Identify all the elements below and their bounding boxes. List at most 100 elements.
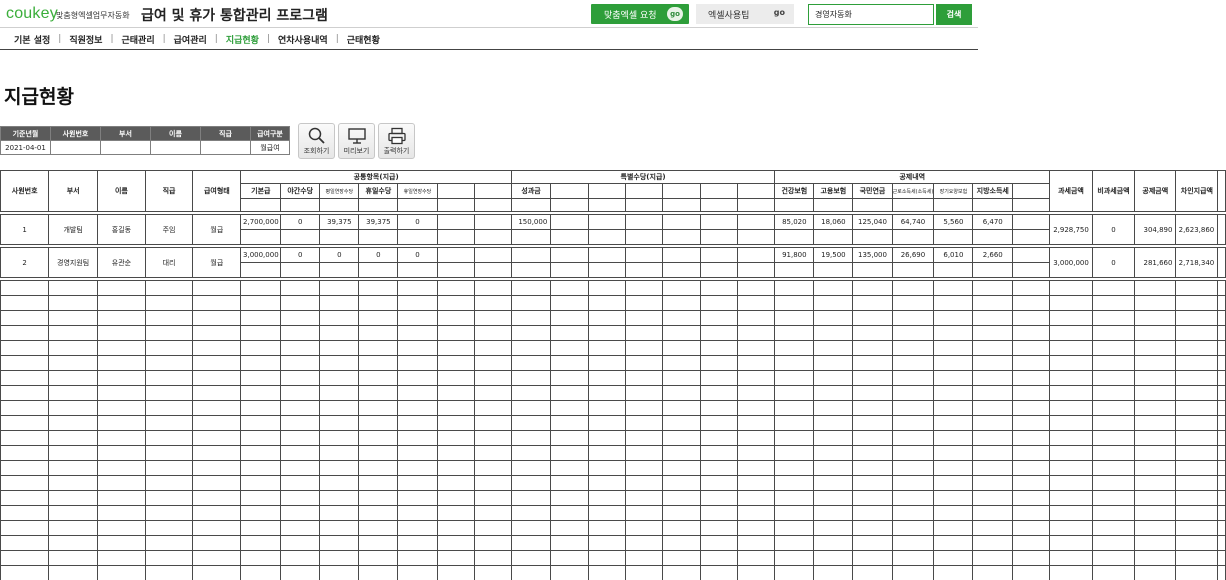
empty-cell [510, 520, 552, 536]
inquire-button[interactable]: 조회하기 [298, 123, 335, 159]
menu-item[interactable]: 급여관리 [166, 33, 215, 46]
empty-cell [510, 475, 552, 491]
empty-cell [736, 370, 776, 386]
empty-cell [192, 430, 242, 446]
empty-cell [1134, 415, 1177, 431]
menu-item[interactable]: 기본 설정 [6, 33, 58, 46]
empty-cell [436, 565, 475, 580]
empty-cell [972, 400, 1013, 416]
empty-cell [280, 310, 321, 326]
empty-cell [972, 430, 1013, 446]
empty-cell [0, 280, 50, 296]
empty-cell [144, 475, 194, 491]
empty-cell [972, 460, 1013, 476]
amount-cell [550, 247, 589, 263]
empty-cell [358, 520, 399, 536]
sub-header-cell [933, 198, 974, 212]
empty-cell [1134, 550, 1177, 566]
empty-cell [397, 310, 438, 326]
empty-cell [1175, 490, 1219, 506]
empty-cell [436, 550, 475, 566]
empty-cell [1049, 445, 1093, 461]
empty-cell [1175, 340, 1219, 356]
sub-header-cell [852, 198, 893, 212]
brand-logo[interactable]: coukey [6, 5, 58, 23]
print-button[interactable]: 출력하기 [378, 123, 415, 159]
empty-cell [972, 340, 1013, 356]
empty-cell [852, 325, 893, 341]
empty-cell [699, 400, 739, 416]
empty-cell [397, 340, 438, 356]
empty-cell [48, 430, 99, 446]
empty-cell [1049, 355, 1093, 371]
empty-cell [624, 385, 664, 401]
empty-cell [813, 460, 854, 476]
empty-cell [1175, 550, 1219, 566]
table-row[interactable]: 2 경영지원팀 유관순 대리 월급 3,000,000 0 0 0 0 91,800 19,500 13… [0, 247, 1226, 278]
magnifier-icon [308, 127, 325, 144]
sub-column-header: 휴일수당 [358, 183, 399, 199]
preview-button[interactable]: 미리보기 [338, 123, 375, 159]
empty-cell [1175, 475, 1219, 491]
empty-cell [662, 445, 701, 461]
edge-cell [1217, 214, 1226, 245]
empty-cell [550, 490, 589, 506]
empty-cell [1217, 355, 1226, 371]
empty-cell [358, 415, 399, 431]
empty-cell [972, 280, 1013, 296]
column-group-header: 특별수당(지급) [510, 170, 776, 184]
empty-cell [813, 565, 854, 580]
menu-item[interactable]: 지급현황 [218, 33, 267, 46]
empty-cell [240, 475, 282, 491]
filter-field[interactable]: 2021-04-01 [0, 140, 51, 155]
filter-field[interactable] [100, 140, 151, 155]
empty-cell [240, 550, 282, 566]
empty-cell [774, 229, 815, 245]
empty-cell [1217, 475, 1226, 491]
empty-cell [192, 520, 242, 536]
menu-item[interactable]: 근태관리 [113, 33, 162, 46]
sub-header-cell [736, 198, 776, 212]
empty-cell [550, 310, 589, 326]
filter-field[interactable]: 월급여 [250, 140, 290, 155]
empty-cell [699, 475, 739, 491]
sub-header-cell [813, 198, 854, 212]
empty-cell [813, 370, 854, 386]
filter-field[interactable] [200, 140, 251, 155]
sub-header-cell [550, 198, 589, 212]
menu-item[interactable]: 근태현황 [339, 33, 388, 46]
empty-cell [699, 262, 739, 278]
empty-cell [624, 505, 664, 521]
empty-cell [774, 262, 815, 278]
empty-cell [436, 415, 475, 431]
empty-cell [774, 295, 815, 311]
empty-cell [280, 475, 321, 491]
empty-cell [933, 355, 974, 371]
search-input[interactable] [808, 4, 934, 25]
table-row[interactable]: 1 개발팀 홍길동 주임 월급 2,700,000 0 39,375 39,375 0 150,00… [0, 214, 1226, 245]
search-button[interactable]: 검색 [936, 4, 972, 25]
empty-cell [624, 460, 664, 476]
column-header: 이름 [97, 170, 146, 212]
sub-header-cell [510, 198, 552, 212]
empty-cell [933, 430, 974, 446]
sub-column-header [473, 183, 512, 199]
empty-cell [97, 310, 146, 326]
empty-cell [1091, 445, 1136, 461]
empty-cell [699, 445, 739, 461]
empty-cell [280, 460, 321, 476]
menu-item[interactable]: 연차사용내역 [270, 33, 336, 46]
filter-field[interactable] [150, 140, 201, 155]
empty-cell [397, 460, 438, 476]
empty-cell [436, 355, 475, 371]
menu-item[interactable]: 직원정보 [61, 33, 110, 46]
empty-cell [891, 535, 935, 551]
empty-cell [933, 295, 974, 311]
empty-cell [436, 460, 475, 476]
sub-column-header [587, 183, 626, 199]
custom-excel-request-button[interactable]: 맞춤엑셀 요청 go [591, 4, 689, 24]
amount-cell: 125,040 [852, 214, 893, 230]
excel-tips-button[interactable]: 엑셀사용팁 go [696, 4, 794, 24]
filter-field[interactable] [50, 140, 101, 155]
empty-cell [240, 490, 282, 506]
